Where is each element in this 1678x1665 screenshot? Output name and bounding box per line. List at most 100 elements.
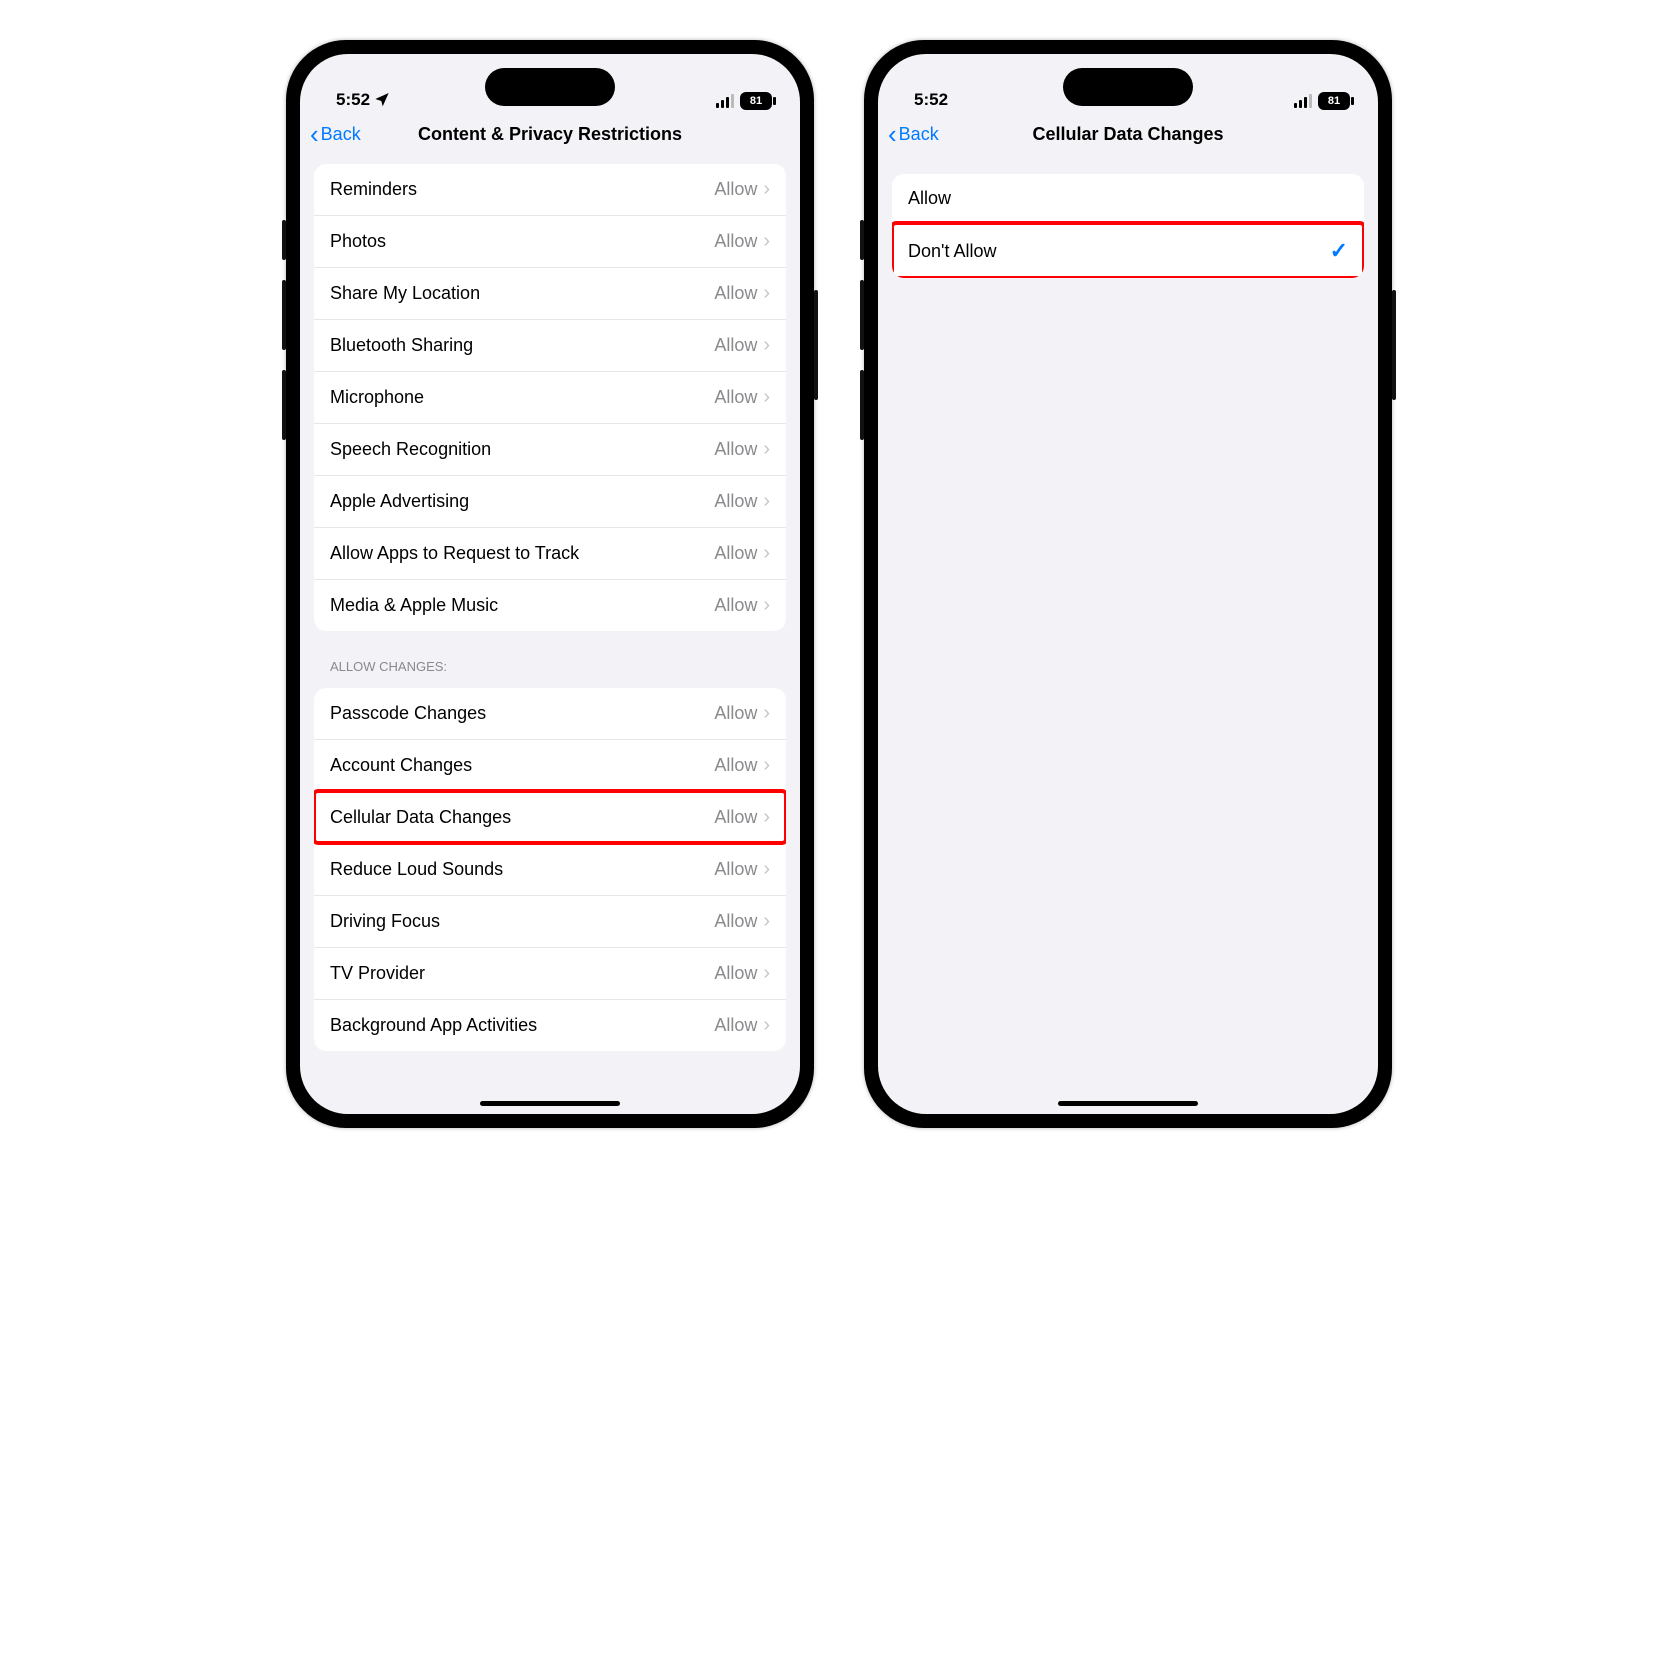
chevron-right-icon: ›	[763, 806, 770, 829]
settings-row-bluetooth-sharing[interactable]: Bluetooth Sharing Allow›	[314, 319, 786, 371]
row-value: Allow›	[714, 702, 770, 725]
settings-row-reduce-loud-sounds[interactable]: Reduce Loud Sounds Allow›	[314, 843, 786, 895]
allow-changes-group: Passcode ChangesAllow› Account Changes All…	[314, 688, 786, 1051]
power-button[interactable]	[814, 290, 818, 400]
settings-row-cellular-data-changes[interactable]: Cellular Data Changes Allow›	[314, 791, 786, 843]
checkmark-icon: ✓	[1330, 238, 1348, 264]
row-value: Allow›	[714, 754, 770, 777]
row-label: Apple Advertising	[330, 491, 469, 512]
chevron-right-icon: ›	[763, 702, 770, 725]
chevron-left-icon: ‹	[888, 121, 897, 147]
chevron-right-icon: ›	[763, 542, 770, 565]
settings-row-share-my-location[interactable]: Share My Location Allow›	[314, 267, 786, 319]
dynamic-island	[1063, 68, 1193, 106]
chevron-right-icon: ›	[763, 334, 770, 357]
battery-icon: 81	[740, 92, 772, 110]
row-value: Allow›	[714, 858, 770, 881]
settings-row-allow-apps-to-request-to-track[interactable]: Allow Apps to Request to Track Allow›	[314, 527, 786, 579]
row-value: Allow›	[714, 334, 770, 357]
row-label: Reminders	[330, 179, 417, 200]
row-label: Account Changes	[330, 755, 472, 776]
row-label: Background App Activities	[330, 1015, 537, 1036]
chevron-right-icon: ›	[763, 386, 770, 409]
nav-bar: ‹ Back Content & Privacy Restrictions	[300, 112, 800, 156]
page-title: Cellular Data Changes	[878, 124, 1378, 145]
allow-options-group: Allow Don't Allow ✓	[892, 174, 1364, 278]
row-value: Allow›	[714, 806, 770, 829]
location-icon	[374, 90, 390, 110]
settings-row-reminders[interactable]: Reminders Allow›	[314, 164, 786, 215]
chevron-right-icon: ›	[763, 858, 770, 881]
volume-down-button[interactable]	[282, 370, 286, 440]
cellular-signal-icon	[1294, 94, 1312, 108]
settings-row-media-apple-music[interactable]: Media & Apple Music Allow›	[314, 579, 786, 631]
settings-row-account-changes[interactable]: Account Changes Allow›	[314, 739, 786, 791]
chevron-right-icon: ›	[763, 754, 770, 777]
row-label: Bluetooth Sharing	[330, 335, 473, 356]
chevron-left-icon: ‹	[310, 121, 319, 147]
settings-row-background-app-activities[interactable]: Background App Activities Allow›	[314, 999, 786, 1051]
row-value: Allow›	[714, 438, 770, 461]
chevron-right-icon: ›	[763, 178, 770, 201]
row-label: Driving Focus	[330, 911, 440, 932]
chevron-right-icon: ›	[763, 1014, 770, 1037]
settings-row-photos[interactable]: PhotosAllow›	[314, 215, 786, 267]
page-title: Content & Privacy Restrictions	[300, 124, 800, 145]
allow-changes-header: ALLOW CHANGES:	[300, 651, 800, 680]
chevron-right-icon: ›	[763, 594, 770, 617]
volume-up-button[interactable]	[860, 280, 864, 350]
row-value: Allow›	[714, 962, 770, 985]
home-indicator[interactable]	[480, 1101, 620, 1106]
chevron-right-icon: ›	[763, 490, 770, 513]
back-label: Back	[321, 124, 361, 145]
settings-row-allow[interactable]: Allow	[892, 174, 1364, 223]
row-label: Reduce Loud Sounds	[330, 859, 503, 880]
settings-row-tv-provider[interactable]: TV ProviderAllow›	[314, 947, 786, 999]
row-label: Microphone	[330, 387, 424, 408]
home-indicator[interactable]	[1058, 1101, 1198, 1106]
settings-row-passcode-changes[interactable]: Passcode ChangesAllow›	[314, 688, 786, 739]
row-value: Allow›	[714, 282, 770, 305]
settings-row-microphone[interactable]: Microphone Allow›	[314, 371, 786, 423]
dynamic-island	[485, 68, 615, 106]
row-value: Allow›	[714, 910, 770, 933]
row-value: Allow›	[714, 594, 770, 617]
volume-up-button[interactable]	[282, 280, 286, 350]
back-label: Back	[899, 124, 939, 145]
row-label: Allow	[908, 188, 951, 209]
settings-row-apple-advertising[interactable]: Apple AdvertisingAllow›	[314, 475, 786, 527]
row-label: Share My Location	[330, 283, 480, 304]
settings-row-driving-focus[interactable]: Driving Focus Allow›	[314, 895, 786, 947]
settings-content[interactable]: Allow Don't Allow ✓	[878, 156, 1378, 1114]
power-button[interactable]	[1392, 290, 1396, 400]
silent-switch[interactable]	[860, 220, 864, 260]
phone-left: 5:52 81 ‹ Back Content & Privacy Restric…	[286, 40, 814, 1128]
row-label: Media & Apple Music	[330, 595, 498, 616]
silent-switch[interactable]	[282, 220, 286, 260]
chevron-right-icon: ›	[763, 910, 770, 933]
settings-content[interactable]: RemindersAllow›PhotosAllow›Share My Loca…	[300, 156, 800, 1114]
row-value: Allow›	[714, 178, 770, 201]
row-label: Don't Allow	[908, 241, 996, 262]
row-value: Allow›	[714, 542, 770, 565]
row-value: ✓	[1330, 238, 1348, 264]
phone-right: 5:52 81 ‹ Back Cellular Data Changes All…	[864, 40, 1392, 1128]
row-value: Allow›	[714, 1014, 770, 1037]
chevron-right-icon: ›	[763, 282, 770, 305]
nav-bar: ‹ Back Cellular Data Changes	[878, 112, 1378, 156]
volume-down-button[interactable]	[860, 370, 864, 440]
back-button[interactable]: ‹ Back	[888, 121, 939, 147]
back-button[interactable]: ‹ Back	[310, 121, 361, 147]
privacy-group: RemindersAllow›PhotosAllow›Share My Loca…	[314, 164, 786, 631]
settings-row-speech-recognition[interactable]: Speech RecognitionAllow›	[314, 423, 786, 475]
row-value: Allow›	[714, 386, 770, 409]
row-label: Allow Apps to Request to Track	[330, 543, 579, 564]
row-label: Cellular Data Changes	[330, 807, 511, 828]
chevron-right-icon: ›	[763, 438, 770, 461]
status-time: 5:52	[336, 90, 370, 110]
settings-row-don-t-allow[interactable]: Don't Allow ✓	[892, 223, 1364, 278]
row-label: Photos	[330, 231, 386, 252]
chevron-right-icon: ›	[763, 962, 770, 985]
battery-icon: 81	[1318, 92, 1350, 110]
cellular-signal-icon	[716, 94, 734, 108]
